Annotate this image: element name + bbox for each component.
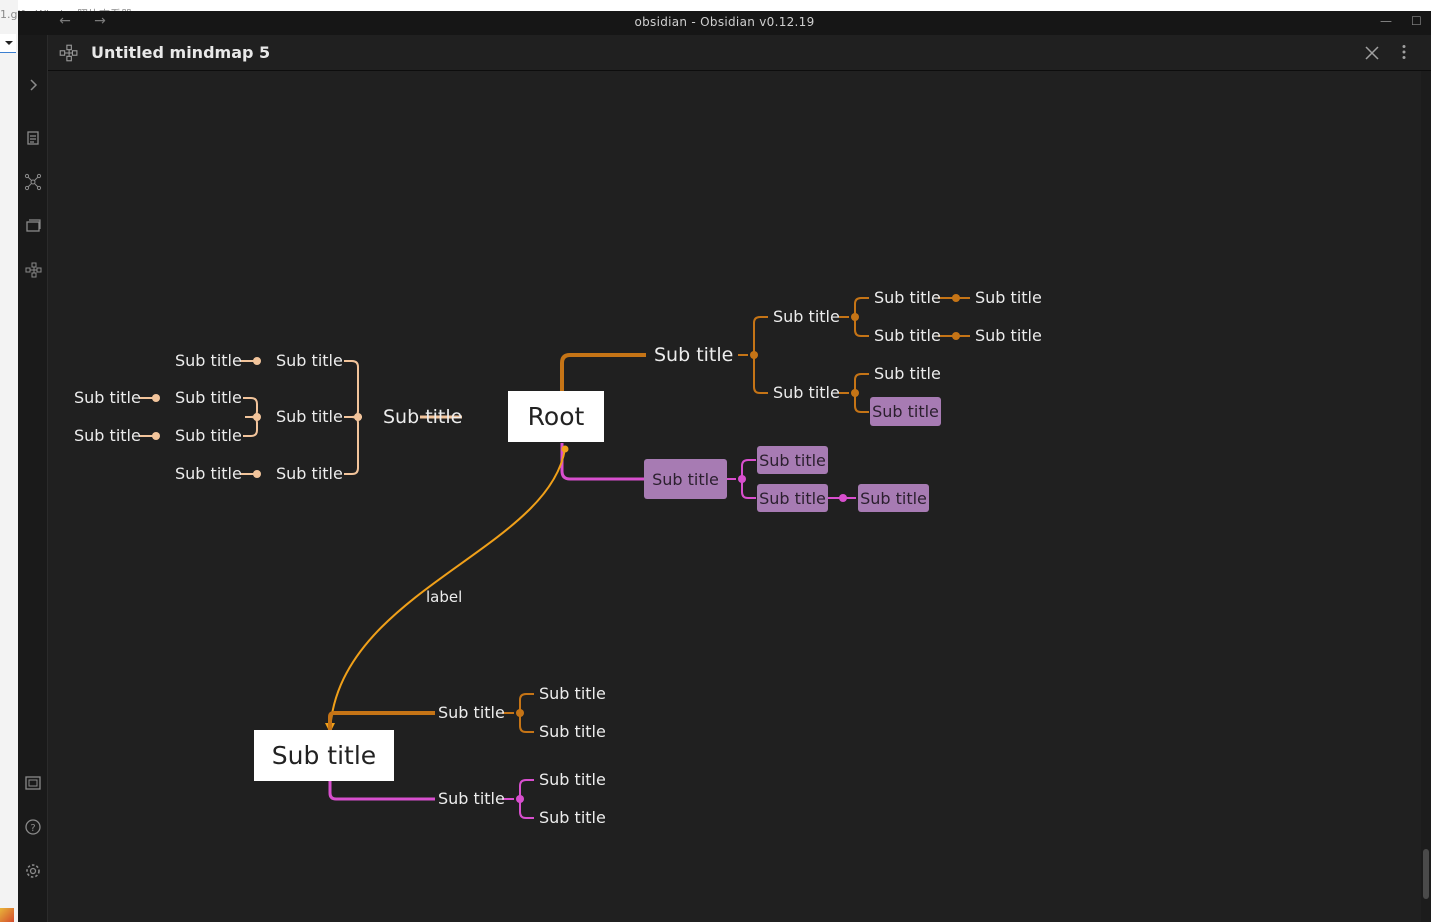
left-leaf-node[interactable]: Sub title [74, 426, 141, 446]
svg-text:?: ? [30, 823, 35, 834]
scrollbar-thumb[interactable] [1423, 849, 1429, 899]
right-top-leaf-node[interactable]: Sub title [975, 288, 1042, 308]
vertical-scrollbar[interactable] [1421, 71, 1431, 922]
root-node[interactable]: Root [508, 391, 604, 442]
right-bottom-child-node[interactable]: Sub title [757, 446, 828, 474]
secondary-grandchild-node[interactable]: Sub title [539, 770, 606, 790]
right-top-child-node[interactable]: Sub title [773, 383, 840, 403]
background-taskbar-icon [0, 908, 14, 922]
left-ribbon: ? [18, 35, 48, 922]
file-icon[interactable] [23, 128, 43, 148]
help-icon[interactable]: ? [23, 817, 43, 837]
right-top-child-node[interactable]: Sub title [773, 307, 840, 327]
right-top-grandchild-node[interactable]: Sub title [874, 364, 941, 384]
secondary-grandchild-node[interactable]: Sub title [539, 808, 606, 828]
chevron-right-icon[interactable] [23, 75, 43, 95]
mindmap-view-icon [58, 43, 78, 67]
view-title: Untitled mindmap 5 [91, 43, 271, 62]
relation-label[interactable]: label [426, 588, 462, 606]
secondary-grandchild-node[interactable]: Sub title [539, 722, 606, 742]
background-window-strip: 1.gif - Wind... 照片查看器 [0, 0, 132, 922]
right-top-grandchild-node[interactable]: Sub title [874, 326, 941, 346]
left-grandchild-node[interactable]: Sub title [175, 464, 242, 484]
mindmap-icon[interactable] [23, 260, 43, 280]
left-grandchild-node[interactable]: Sub title [175, 426, 242, 446]
graph-icon[interactable] [23, 172, 43, 192]
close-icon[interactable] [1365, 45, 1379, 64]
left-child-node[interactable]: Sub title [276, 464, 343, 484]
right-bottom-grandchild-node[interactable]: Sub title [858, 484, 929, 512]
mindmap-canvas[interactable]: Root Sub title Sub title Sub title Sub t… [48, 71, 1431, 922]
background-dropdown [0, 34, 16, 53]
left-child-node[interactable]: Sub title [276, 351, 343, 371]
left-child-node[interactable]: Sub title [276, 407, 343, 427]
left-main-node[interactable]: Sub title [383, 407, 462, 427]
secondary-grandchild-node[interactable]: Sub title [539, 684, 606, 704]
vault-icon[interactable] [23, 773, 43, 793]
right-bottom-main-node[interactable]: Sub title [644, 459, 727, 499]
left-grandchild-node[interactable]: Sub title [175, 351, 242, 371]
more-options-icon[interactable] [1401, 44, 1407, 64]
obsidian-window: ← → obsidian - Obsidian v0.12.19 — ☐ ? U… [18, 11, 1431, 922]
left-leaf-node[interactable]: Sub title [74, 388, 141, 408]
window-title: obsidian - Obsidian v0.12.19 [634, 15, 815, 29]
right-bottom-child-node[interactable]: Sub title [757, 484, 828, 512]
minimize-button[interactable]: — [1380, 14, 1392, 28]
cards-icon[interactable] [23, 216, 43, 236]
right-top-main-node[interactable]: Sub title [654, 345, 733, 365]
maximize-button[interactable]: ☐ [1411, 14, 1422, 28]
secondary-child-node[interactable]: Sub title [438, 789, 505, 809]
settings-icon[interactable] [23, 861, 43, 881]
view-header: Untitled mindmap 5 [48, 35, 1431, 71]
mindmap-connectors [139, 294, 970, 819]
right-top-highlighted-node[interactable]: Sub title [870, 397, 941, 426]
left-grandchild-node[interactable]: Sub title [175, 388, 242, 408]
right-top-leaf-node[interactable]: Sub title [975, 326, 1042, 346]
secondary-child-node[interactable]: Sub title [438, 703, 505, 723]
secondary-root-node[interactable]: Sub title [254, 730, 394, 781]
right-top-grandchild-node[interactable]: Sub title [874, 288, 941, 308]
title-bar: ← → obsidian - Obsidian v0.12.19 — ☐ [18, 11, 1431, 35]
